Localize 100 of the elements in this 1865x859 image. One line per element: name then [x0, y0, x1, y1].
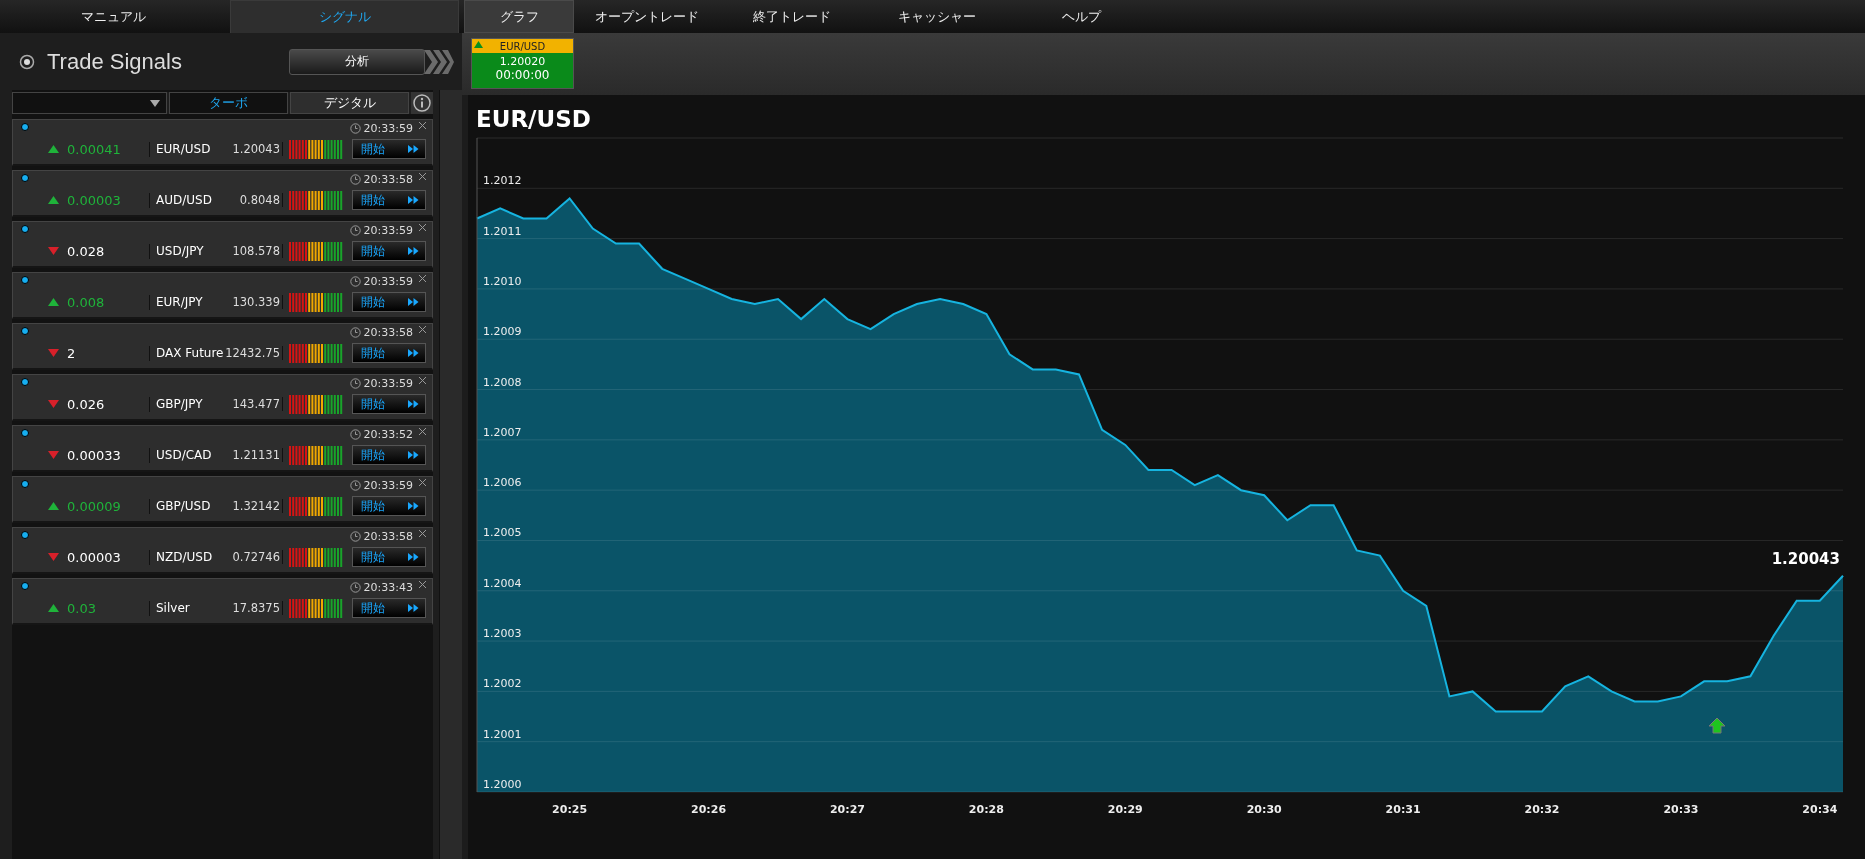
x-axis-label: 20:32	[1524, 803, 1560, 816]
signal-change: 0.028	[67, 243, 150, 259]
start-button[interactable]: 開始	[352, 598, 426, 618]
signal-row[interactable]: 20:33:52 0.00033 USD/CAD 1.21131 開始	[12, 425, 433, 472]
close-icon[interactable]	[419, 121, 426, 129]
start-button[interactable]: 開始	[352, 343, 426, 363]
nav-tab[interactable]: マニュアル	[0, 0, 227, 33]
clock-icon	[349, 428, 361, 440]
signal-price: 130.339	[222, 295, 283, 309]
clock-icon	[349, 581, 361, 593]
fast-forward-icon	[408, 298, 419, 306]
signal-change: 0.00003	[67, 192, 150, 208]
clock-icon	[349, 479, 361, 491]
quote-card[interactable]: EUR/USD 1.20020 00:00:00	[471, 38, 574, 89]
signal-row[interactable]: 20:33:59 0.008 EUR/JPY 130.339 開始	[12, 272, 433, 319]
y-axis-label: 1.2012	[483, 174, 522, 188]
signal-row[interactable]: 20:33:58 2 DAX Future 12432.75 開始	[12, 323, 433, 370]
signal-change: 0.008	[67, 294, 150, 310]
fast-forward-icon	[408, 145, 419, 153]
fast-forward-icon	[408, 196, 419, 204]
close-icon[interactable]	[419, 529, 426, 537]
x-axis-label: 20:27	[829, 803, 865, 816]
start-button[interactable]: 開始	[352, 547, 426, 567]
signal-row[interactable]: 20:33:59 0.00041 EUR/USD 1.20043 開始	[12, 119, 433, 166]
signal-time: 20:33:58	[363, 529, 413, 543]
start-button[interactable]: 開始	[352, 292, 426, 312]
nav-tab[interactable]: 終了トレード	[719, 0, 864, 33]
signal-symbol: GBP/JPY	[156, 397, 204, 411]
start-button[interactable]: 開始	[352, 496, 426, 516]
clock-icon	[349, 122, 361, 134]
signal-price: 12432.75	[222, 346, 283, 360]
info-icon[interactable]	[413, 94, 432, 112]
y-axis-label: 1.2003	[483, 627, 522, 641]
signal-price: 17.8375	[222, 601, 283, 615]
quote-symbol: EUR/USD	[499, 40, 546, 52]
signal-row[interactable]: 20:33:58 0.00003 AUD/USD 0.8048 開始	[12, 170, 433, 217]
nav-tab[interactable]: オープントレード	[574, 0, 719, 33]
signal-row[interactable]: 20:33:58 0.00003 NZD/USD 0.72746 開始	[12, 527, 433, 574]
strength-meter-icon	[289, 139, 343, 159]
start-button[interactable]: 開始	[352, 241, 426, 261]
close-icon[interactable]	[419, 223, 426, 231]
nav-tab[interactable]: ヘルプ	[1009, 0, 1154, 33]
signal-symbol: USD/JPY	[156, 244, 205, 258]
status-dot	[21, 378, 29, 386]
signal-row[interactable]: 20:33:59 0.00009 GBP/USD 1.32142 開始	[12, 476, 433, 523]
close-icon[interactable]	[419, 172, 426, 180]
radio-icon[interactable]	[19, 53, 35, 70]
close-icon[interactable]	[419, 478, 426, 486]
nav-tab[interactable]: グラフ	[464, 0, 574, 33]
panel-title: Trade Signals	[47, 48, 182, 75]
signal-change: 0.00041	[67, 141, 150, 157]
nav-tab[interactable]: シグナル	[230, 0, 459, 33]
fast-forward-icon	[408, 604, 419, 612]
strength-meter-icon	[289, 394, 343, 414]
signal-time: 20:33:59	[363, 274, 413, 288]
start-button[interactable]: 開始	[352, 139, 426, 159]
x-axis-label: 20:29	[1107, 803, 1143, 816]
chart-title: EUR/USD	[476, 105, 591, 132]
close-icon[interactable]	[419, 274, 426, 282]
signal-time: 20:33:59	[363, 223, 413, 237]
y-axis-label: 1.2000	[483, 778, 522, 791]
clock-icon	[349, 275, 361, 287]
strength-meter-icon	[289, 496, 343, 516]
x-axis-label: 20:31	[1385, 803, 1421, 816]
start-button[interactable]: 開始	[352, 394, 426, 414]
analysis-button[interactable]: 分析	[289, 48, 425, 75]
close-icon[interactable]	[419, 325, 426, 333]
signal-row[interactable]: 20:33:59 0.028 USD/JPY 108.578 開始	[12, 221, 433, 268]
signal-time: 20:33:59	[363, 376, 413, 390]
signal-change: 0.03	[67, 600, 150, 616]
signal-price: 0.8048	[222, 193, 283, 207]
filter-tab[interactable]: ターボ	[168, 92, 289, 114]
signal-price: 143.477	[222, 397, 283, 411]
clock-icon	[349, 377, 361, 389]
caret-icon	[149, 99, 160, 107]
fast-forward-icon	[408, 502, 419, 510]
start-button[interactable]: 開始	[352, 445, 426, 465]
status-dot	[21, 327, 29, 335]
close-icon[interactable]	[419, 376, 426, 384]
signal-time: 20:33:58	[363, 325, 413, 339]
strength-meter-icon	[289, 190, 343, 210]
close-icon[interactable]	[419, 427, 426, 435]
filter-tab[interactable]: デジタル	[290, 92, 410, 114]
nav-tab[interactable]: キャッシャー	[864, 0, 1009, 33]
quote-timer: 00:00:00	[494, 68, 551, 82]
status-dot	[21, 429, 29, 437]
strength-meter-icon	[289, 343, 343, 363]
signal-change: 0.026	[67, 396, 150, 412]
signal-time: 20:33:59	[363, 478, 413, 492]
x-axis-label: 20:25	[552, 803, 588, 816]
signal-price: 1.20043	[222, 142, 283, 156]
signal-change: 0.00003	[67, 549, 150, 565]
signal-row[interactable]: 20:33:43 0.03 Silver 17.8375 開始	[12, 578, 433, 625]
close-icon[interactable]	[419, 580, 426, 588]
start-button[interactable]: 開始	[352, 190, 426, 210]
signal-row[interactable]: 20:33:59 0.026 GBP/JPY 143.477 開始	[12, 374, 433, 421]
y-axis-label: 1.2005	[483, 526, 522, 540]
clock-icon	[349, 173, 361, 185]
signal-price: 1.32142	[222, 499, 283, 513]
fast-forward-icon	[408, 349, 419, 357]
